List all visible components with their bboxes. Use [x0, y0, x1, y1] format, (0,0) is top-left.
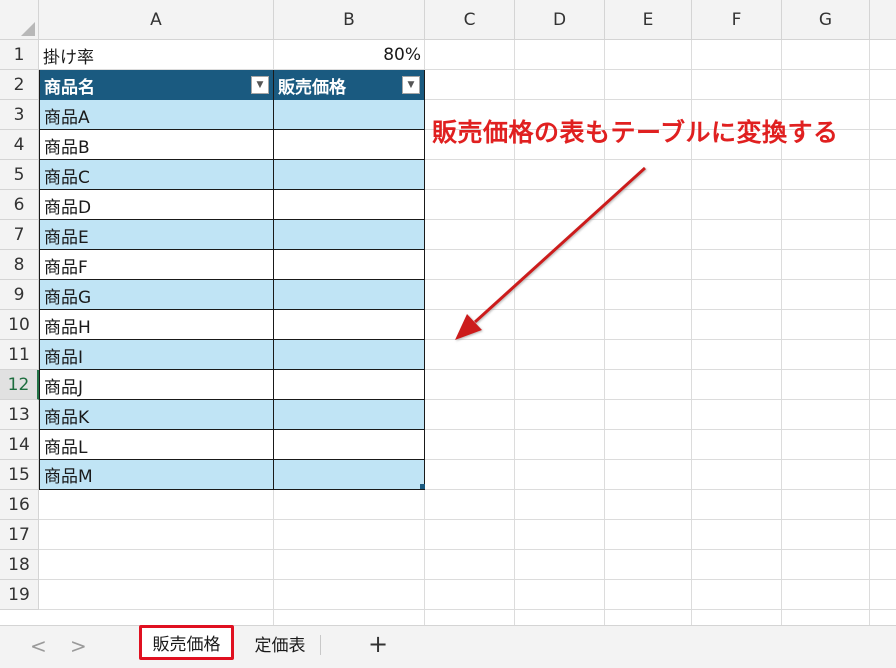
- chevron-right-icon[interactable]: >: [70, 634, 87, 658]
- row-header-17[interactable]: 17: [0, 520, 39, 550]
- table-row-name[interactable]: 商品E: [39, 220, 274, 250]
- table-row-name[interactable]: 商品M: [39, 460, 274, 490]
- table-row-border: [39, 399, 425, 400]
- table-row-price[interactable]: [274, 370, 425, 400]
- select-all-triangle-icon: [21, 22, 35, 36]
- column-header-g[interactable]: G: [782, 0, 870, 40]
- table-row-name[interactable]: 商品A: [39, 100, 274, 130]
- row-header-12[interactable]: 12: [0, 370, 39, 400]
- row-header-18[interactable]: 18: [0, 550, 39, 580]
- gridline-horizontal: [39, 579, 896, 580]
- cell-a1[interactable]: 掛け率: [39, 40, 274, 70]
- row-header-11[interactable]: 11: [0, 340, 39, 370]
- gridline-horizontal: [39, 519, 896, 520]
- table-row-name[interactable]: 商品K: [39, 400, 274, 430]
- row-header-14[interactable]: 14: [0, 430, 39, 460]
- select-all-corner[interactable]: [0, 0, 39, 40]
- table-row-border: [39, 189, 425, 190]
- tab-list-price[interactable]: 定価表: [241, 626, 319, 660]
- column-header-f[interactable]: F: [692, 0, 782, 40]
- table-row-price[interactable]: [274, 220, 425, 250]
- table-row-name[interactable]: 商品L: [39, 430, 274, 460]
- cell-b1[interactable]: 80%: [274, 40, 425, 70]
- column-header-d[interactable]: D: [515, 0, 605, 40]
- table-row-name[interactable]: 商品J: [39, 370, 274, 400]
- table-row-price[interactable]: [274, 190, 425, 220]
- row-header-4[interactable]: 4: [0, 130, 39, 160]
- table-header-2[interactable]: 販売価格 ▼: [274, 70, 425, 100]
- chevron-left-icon[interactable]: <: [30, 634, 47, 658]
- row-header-13[interactable]: 13: [0, 400, 39, 430]
- table-row-border: [39, 249, 425, 250]
- table-header-label: 商品名: [44, 77, 95, 98]
- table-header-1[interactable]: 商品名 ▼: [39, 70, 274, 100]
- table-header-label: 販売価格: [278, 77, 346, 98]
- tab-separator: [320, 635, 321, 655]
- table-row-border: [39, 129, 425, 130]
- column-header-a[interactable]: A: [39, 0, 274, 40]
- row-header-10[interactable]: 10: [0, 310, 39, 340]
- row-header-8[interactable]: 8: [0, 250, 39, 280]
- table-row-border: [39, 369, 425, 370]
- dropdown-arrow-icon[interactable]: ▼: [402, 76, 420, 94]
- table-row-border: [39, 159, 425, 160]
- table-row-price[interactable]: [274, 310, 425, 340]
- table-row-name[interactable]: 商品H: [39, 310, 274, 340]
- spreadsheet-grid[interactable]: ABCDEFG 1 2 3 4 5 6 7 8 9 10 11 12 13 14 15 16 17 18 19 掛け…: [0, 0, 896, 625]
- column-header-c[interactable]: C: [425, 0, 515, 40]
- row-header-6[interactable]: 6: [0, 190, 39, 220]
- table-row-border: [39, 429, 425, 430]
- table-resize-handle[interactable]: [420, 484, 425, 489]
- row-header-2[interactable]: 2: [0, 70, 39, 100]
- annotation-text: 販売価格の表もテーブルに変換する: [432, 118, 839, 147]
- row-header-5[interactable]: 5: [0, 160, 39, 190]
- table-row-border: [39, 459, 425, 460]
- table-row-border: [39, 219, 425, 220]
- gridline-horizontal: [39, 609, 896, 610]
- table-row-name[interactable]: 商品F: [39, 250, 274, 280]
- table-row-price[interactable]: [274, 250, 425, 280]
- row-header-1[interactable]: 1: [0, 40, 39, 70]
- table-row-price[interactable]: [274, 400, 425, 430]
- column-header-e[interactable]: E: [605, 0, 692, 40]
- table-row-price[interactable]: [274, 280, 425, 310]
- table-row-border: [39, 339, 425, 340]
- table-row-price[interactable]: [274, 460, 425, 490]
- table-row-price[interactable]: [274, 430, 425, 460]
- table-row-name[interactable]: 商品I: [39, 340, 274, 370]
- table-row-border: [39, 279, 425, 280]
- table-row-name[interactable]: 商品C: [39, 160, 274, 190]
- row-header-3[interactable]: 3: [0, 100, 39, 130]
- table-row-name[interactable]: 商品G: [39, 280, 274, 310]
- table-row-price[interactable]: [274, 340, 425, 370]
- table-row-price[interactable]: [274, 160, 425, 190]
- table-row-border: [39, 309, 425, 310]
- table-row-price[interactable]: [274, 130, 425, 160]
- column-header-b[interactable]: B: [274, 0, 425, 40]
- row-header-7[interactable]: 7: [0, 220, 39, 250]
- table-row-name[interactable]: 商品B: [39, 130, 274, 160]
- table-row-name[interactable]: 商品D: [39, 190, 274, 220]
- tab-sales-price[interactable]: 販売価格: [139, 625, 234, 660]
- column-header-partial[interactable]: [870, 0, 896, 40]
- row-header-19[interactable]: 19: [0, 580, 39, 610]
- sheet-tab-bar: < > 販売価格 定価表 +: [0, 625, 896, 668]
- row-header-9[interactable]: 9: [0, 280, 39, 310]
- add-sheet-icon[interactable]: +: [368, 630, 388, 658]
- row-header-16[interactable]: 16: [0, 490, 39, 520]
- dropdown-arrow-icon[interactable]: ▼: [251, 76, 269, 94]
- gridline-horizontal: [39, 549, 896, 550]
- gridline-vertical: [869, 40, 870, 625]
- table-row-price[interactable]: [274, 100, 425, 130]
- row-header-15[interactable]: 15: [0, 460, 39, 490]
